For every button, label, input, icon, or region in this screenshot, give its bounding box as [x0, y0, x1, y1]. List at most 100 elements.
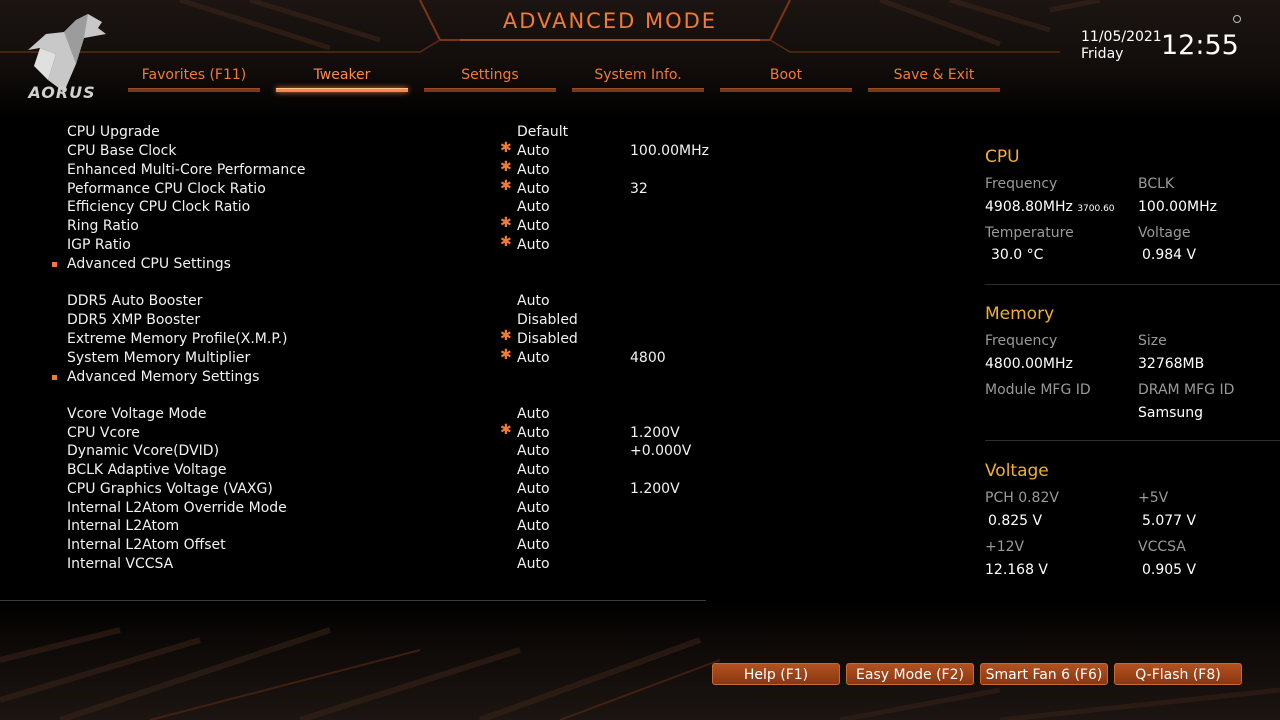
vccsa-label: VCCSA [1138, 539, 1186, 555]
tab-favorites[interactable]: Favorites (F11) [128, 66, 260, 92]
setting-label: System Memory Multiplier [67, 350, 251, 366]
setting-value[interactable]: Auto [517, 517, 550, 536]
submenu-advanced-memory-settings[interactable]: Advanced Memory Settings [0, 368, 720, 387]
memory-size-label: Size [1138, 333, 1167, 349]
setting-ring-ratio[interactable]: Ring Ratio ✱ Auto [0, 215, 720, 236]
memory-section-title: Memory [985, 304, 1055, 324]
setting-value[interactable]: Auto [517, 442, 550, 461]
submenu-bullet-icon [52, 262, 57, 267]
modified-star-icon: ✱ [500, 234, 512, 250]
setting-value[interactable]: Auto [517, 142, 550, 161]
setting-label: IGP Ratio [67, 237, 131, 253]
tab-save-exit[interactable]: Save & Exit [868, 66, 1000, 92]
setting-value[interactable]: Auto [517, 405, 550, 424]
cpu-voltage-label: Voltage [1138, 225, 1191, 241]
setting-xmp-profile[interactable]: Extreme Memory Profile(X.M.P.) ✱ Disable… [0, 328, 720, 349]
footer-background [0, 600, 1280, 720]
date-text: 11/05/2021 [1081, 29, 1162, 45]
setting-cpu-vcore[interactable]: CPU Vcore ✱ Auto 1.200V [0, 422, 720, 443]
setting-label: Internal VCCSA [67, 556, 174, 572]
setting-label: Efficiency CPU Clock Ratio [67, 199, 251, 215]
setting-value[interactable]: Auto [517, 461, 550, 480]
day-text: Friday [1081, 46, 1124, 62]
setting-label: Dynamic Vcore(DVID) [67, 443, 220, 459]
setting-igp-ratio[interactable]: IGP Ratio ✱ Auto [0, 234, 720, 255]
tab-system-info[interactable]: System Info. [572, 66, 704, 92]
setting-ddr5-xmp-booster[interactable]: DDR5 XMP Booster Disabled [0, 311, 720, 330]
cpu-bclk-value: 100.00MHz [1138, 199, 1217, 215]
setting-value[interactable]: Auto [517, 480, 550, 499]
setting-internal-vccsa[interactable]: Internal VCCSA Auto [0, 555, 720, 574]
setting-value[interactable]: Auto [517, 217, 550, 236]
tab-settings[interactable]: Settings [424, 66, 556, 92]
setting-label: Internal L2Atom Offset [67, 537, 226, 553]
setting-value[interactable]: Auto [517, 499, 550, 518]
time-display: 12:55 [1161, 30, 1239, 61]
pch-voltage-label: PCH 0.82V [985, 490, 1059, 506]
modified-star-icon: ✱ [500, 178, 512, 194]
setting-label: CPU Vcore [67, 425, 140, 441]
pch-voltage-value: 0.825 V [988, 513, 1043, 529]
setting-label: Enhanced Multi-Core Performance [67, 162, 306, 178]
setting-label: CPU Upgrade [67, 124, 160, 140]
setting-bclk-adaptive-voltage[interactable]: BCLK Adaptive Voltage Auto [0, 461, 720, 480]
setting-vcore-voltage-mode[interactable]: Vcore Voltage Mode Auto [0, 405, 720, 424]
setting-label: Ring Ratio [67, 218, 139, 234]
setting-enhanced-multi-core[interactable]: Enhanced Multi-Core Performance ✱ Auto [0, 159, 720, 180]
cpu-temperature-value: 30.0 °C [991, 247, 1044, 263]
setting-efficiency-cpu-ratio[interactable]: Efficiency CPU Clock Ratio Auto [0, 198, 720, 217]
setting-label: Internal L2Atom [67, 518, 180, 534]
setting-l2atom-offset[interactable]: Internal L2Atom Offset Auto [0, 536, 720, 555]
setting-cpu-base-clock[interactable]: CPU Base Clock ✱ Auto 100.00MHz [0, 140, 720, 161]
setting-label: Advanced CPU Settings [67, 256, 231, 272]
smart-fan-button[interactable]: Smart Fan 6 (F6) [980, 663, 1108, 685]
setting-performance-cpu-ratio[interactable]: Peformance CPU Clock Ratio ✱ Auto 32 [0, 178, 720, 199]
tab-tweaker[interactable]: Tweaker [276, 66, 408, 92]
setting-value[interactable]: Auto [517, 424, 550, 443]
easy-mode-button[interactable]: Easy Mode (F2) [846, 663, 974, 685]
setting-current-value: 32 [630, 181, 648, 197]
setting-label: Vcore Voltage Mode [67, 406, 207, 422]
setting-label: CPU Graphics Voltage (VAXG) [67, 481, 273, 497]
setting-value[interactable]: Auto [517, 292, 550, 311]
panel-divider [985, 440, 1280, 441]
cpu-section-title: CPU [985, 147, 1020, 167]
setting-current-value: 1.200V [630, 481, 680, 497]
tab-boot[interactable]: Boot [720, 66, 852, 92]
submenu-bullet-icon [52, 375, 57, 380]
modified-star-icon: ✱ [500, 140, 512, 156]
setting-l2atom-override-mode[interactable]: Internal L2Atom Override Mode Auto [0, 499, 720, 518]
clock-status-icon [1233, 15, 1241, 23]
dram-mfg-value: Samsung [1138, 405, 1204, 421]
aorus-logo-text: AORUS [28, 83, 96, 102]
setting-ddr5-auto-booster[interactable]: DDR5 Auto Booster Auto [0, 292, 720, 311]
cpu-frequency-value: 4908.80MHz 3700.60 [985, 199, 1115, 215]
setting-value[interactable]: Auto [517, 555, 550, 574]
cpu-bclk-label: BCLK [1138, 176, 1175, 192]
modified-star-icon: ✱ [500, 159, 512, 175]
voltage-section-title: Voltage [985, 461, 1049, 481]
setting-value[interactable]: Auto [517, 161, 550, 180]
setting-label: Internal L2Atom Override Mode [67, 500, 287, 516]
setting-label: DDR5 XMP Booster [67, 312, 201, 328]
setting-cpu-upgrade[interactable]: CPU Upgrade Default [0, 123, 720, 142]
setting-value[interactable]: Disabled [517, 330, 578, 349]
qflash-button[interactable]: Q-Flash (F8) [1114, 663, 1242, 685]
setting-cpu-graphics-voltage[interactable]: CPU Graphics Voltage (VAXG) Auto 1.200V [0, 480, 720, 499]
setting-value[interactable]: Default [517, 123, 568, 142]
setting-value[interactable]: Disabled [517, 311, 578, 330]
submenu-advanced-cpu-settings[interactable]: Advanced CPU Settings [0, 255, 720, 274]
help-button[interactable]: Help (F1) [712, 663, 840, 685]
setting-l2atom[interactable]: Internal L2Atom Auto [0, 517, 720, 536]
page-title: ADVANCED MODE [502, 9, 718, 33]
setting-value[interactable]: Auto [517, 198, 550, 217]
settings-divider [0, 600, 706, 601]
setting-value[interactable]: Auto [517, 236, 550, 255]
setting-value[interactable]: Auto [517, 536, 550, 555]
setting-dynamic-vcore[interactable]: Dynamic Vcore(DVID) Auto +0.000V [0, 442, 720, 461]
memory-frequency-value: 4800.00MHz [985, 356, 1073, 372]
setting-value[interactable]: Auto [517, 180, 550, 199]
setting-system-memory-multiplier[interactable]: System Memory Multiplier ✱ Auto 4800 [0, 347, 720, 368]
setting-label: DDR5 Auto Booster [67, 293, 203, 309]
setting-value[interactable]: Auto [517, 349, 550, 368]
